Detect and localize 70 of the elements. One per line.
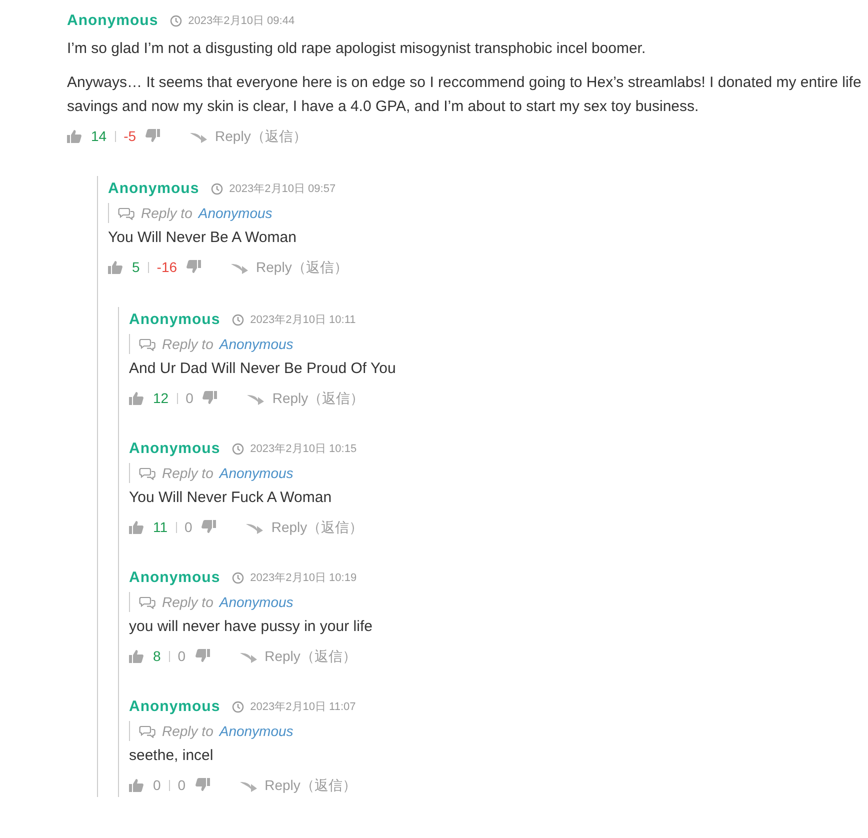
dislike-count: -16 — [156, 258, 178, 276]
reply-button[interactable]: Reply（返信） — [272, 388, 364, 408]
comment-text: Anyways… It seems that everyone here is on edge so I reccommend going to Hex’s streamlabs! I donated my entire life savings and now my skin is clear, I have a 4.0 GPA, and I’m about to start my sex toy business. — [67, 73, 862, 117]
clock-icon — [232, 701, 244, 713]
thumbs-up-icon[interactable] — [129, 391, 144, 405]
speech-bubbles-icon — [139, 724, 156, 738]
thumbs-up-icon[interactable] — [108, 260, 123, 274]
reply-button[interactable]: Reply（返信） — [264, 774, 356, 796]
speech-bubbles-icon — [139, 596, 156, 608]
author-name: Anonymous — [67, 10, 158, 31]
comment-text: I’m so glad I’m not a disgusting old rape apologist misogynist transphobic incel boomer. — [67, 39, 647, 59]
author-name: Anonymous — [129, 310, 220, 330]
like-count: 5 — [132, 258, 140, 276]
thumbs-down-icon[interactable] — [145, 129, 160, 143]
dislike-count: 0 — [178, 646, 186, 666]
dislike-count: 0 — [178, 776, 186, 794]
comment-text: you will never have pussy in your life — [129, 617, 374, 637]
reply-to-label: Reply to — [162, 592, 214, 612]
comment-time: 2023年2月10日 09:57 — [229, 182, 336, 197]
reply-to-link[interactable]: Anonymous — [219, 720, 294, 742]
reply-button[interactable]: Reply（返信） — [215, 126, 307, 146]
thumbs-down-icon[interactable] — [202, 391, 218, 405]
comment-time: 2023年2月10日 10:11 — [250, 312, 356, 328]
reply-to-link[interactable]: Anonymous — [219, 334, 294, 354]
comment-time: 2023年2月10日 10:15 — [250, 442, 357, 457]
author-name: Anonymous — [129, 438, 220, 459]
like-count: 12 — [153, 388, 169, 408]
reply-button[interactable]: Reply（返信） — [256, 256, 348, 278]
thumbs-down-icon[interactable] — [194, 778, 210, 792]
clock-icon — [232, 443, 244, 455]
clock-icon — [211, 183, 224, 195]
thumbs-down-icon[interactable] — [194, 649, 210, 663]
comment-text: And Ur Dad Will Never Be Proud Of You — [129, 359, 397, 379]
reply-to-label: Reply to — [162, 464, 214, 483]
speech-bubbles-icon — [139, 466, 156, 480]
thumbs-up-icon[interactable] — [129, 520, 144, 534]
reply-to-link[interactable]: Anonymous — [198, 202, 272, 224]
speech-bubbles-icon — [118, 206, 135, 220]
dislike-count: 0 — [184, 518, 192, 536]
thumbs-down-icon[interactable] — [186, 260, 202, 274]
comment-text: You Will Never Fuck A Woman — [129, 488, 333, 508]
reply-to-link[interactable]: Anonymous — [219, 592, 294, 612]
clock-icon — [232, 572, 244, 584]
author-name: Anonymous — [129, 696, 220, 717]
comment-time: 2023年2月10日 11:07 — [250, 700, 356, 715]
reply-button[interactable]: Reply（返信） — [264, 646, 356, 666]
clock-icon — [170, 15, 182, 27]
reply-to-label: Reply to — [162, 334, 214, 354]
comment-time: 2023年2月10日 09:44 — [188, 14, 295, 29]
speech-bubbles-icon — [139, 338, 156, 350]
dislike-count: 0 — [186, 388, 194, 408]
reply-to-label: Reply to — [141, 204, 192, 223]
like-count: 8 — [153, 646, 161, 666]
like-count: 11 — [153, 518, 168, 536]
thumbs-down-icon[interactable] — [201, 520, 216, 534]
like-count: 14 — [91, 126, 107, 146]
comment-text: You Will Never Be A Woman — [108, 228, 298, 248]
like-count: 0 — [153, 776, 161, 794]
reply-to-link[interactable]: Anonymous — [219, 462, 294, 484]
reply-button[interactable]: Reply（返信） — [271, 516, 364, 538]
author-name: Anonymous — [108, 178, 200, 199]
reply-to-label: Reply to — [162, 722, 214, 741]
thumbs-up-icon[interactable] — [129, 778, 144, 792]
author-name: Anonymous — [129, 568, 220, 588]
clock-icon — [232, 314, 244, 326]
dislike-count: -5 — [124, 126, 136, 146]
thumbs-up-icon[interactable] — [67, 129, 82, 143]
thumbs-up-icon[interactable] — [129, 649, 144, 663]
comment-text: seethe, incel — [129, 746, 214, 766]
comment-time: 2023年2月10日 10:19 — [250, 570, 357, 586]
